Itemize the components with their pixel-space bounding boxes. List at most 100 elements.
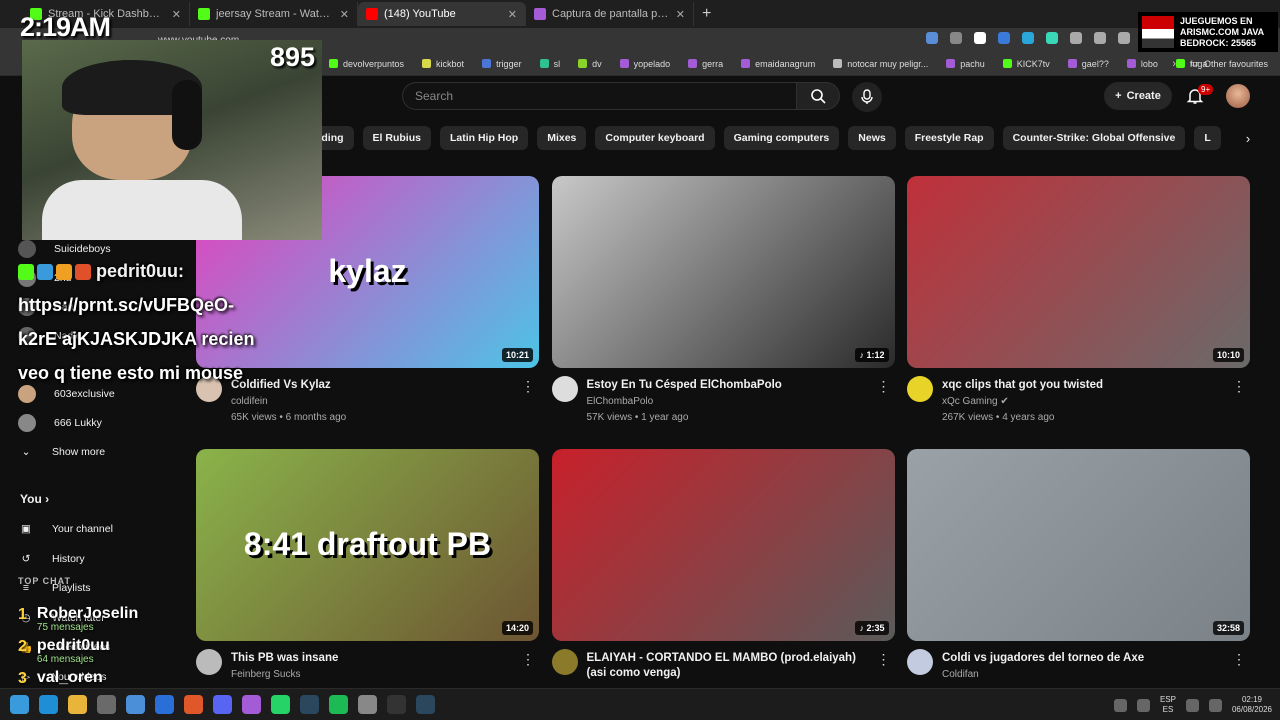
filter-chip[interactable]: Computer keyboard [595,126,715,150]
windows-icon[interactable] [10,695,29,714]
channel-avatar[interactable] [196,649,222,675]
filter-chip[interactable]: Mixes [537,126,587,150]
video-card[interactable]: ♪ 2:35 ELAIYAH - CORTANDO EL MAMBO (prod.… [551,449,895,711]
channel-avatar[interactable] [907,649,933,675]
extension-icon[interactable] [1118,32,1130,44]
video-title[interactable]: Coldi vs jugadores del torneo de Axe [942,651,1227,666]
video-card[interactable]: 8:41 draftout PB 14:20 This PB was insane F… [196,449,539,711]
more-options-icon[interactable]: ⋮ [877,651,891,668]
video-title[interactable]: Estoy En Tu Césped ElChombaPolo [587,378,872,393]
sidebar-item-channel[interactable]: ▣ Your channel [18,521,113,537]
more-options-icon[interactable]: ⋮ [521,378,535,395]
steam-tray-icon[interactable] [1113,698,1127,712]
close-icon[interactable]: ✕ [340,8,349,21]
close-icon[interactable]: ✕ [676,8,685,21]
subscription-item[interactable]: 666 Lukky [18,414,102,432]
video-card[interactable]: 10:10 xqc clips that got you twisted xQc G… [907,176,1250,438]
filter-chip[interactable]: Freestyle Rap [904,126,994,150]
chevron-right-icon[interactable]: › [1172,58,1176,70]
voice-search-button[interactable] [852,82,882,112]
taskbar-clock[interactable]: 02:19 06/08/2026 [1232,695,1272,715]
bookmark-item[interactable]: KICK7tv [994,59,1059,69]
more-options-icon[interactable]: ⋮ [877,378,891,395]
bookmark-item[interactable]: devolverpuntos [320,59,413,69]
chevron-right-icon[interactable]: › [1236,126,1260,150]
browser-tab[interactable]: Captura de pantalla por Lightshot ✕ [526,2,694,26]
filter-chip[interactable]: L [1194,126,1221,150]
more-options-icon[interactable]: ⋮ [521,651,535,668]
bookmark-item[interactable]: kickbot [413,59,473,69]
channel-name[interactable]: Coldifan [942,669,979,680]
extension-icon[interactable] [1022,32,1034,44]
sidebar-item-history[interactable]: ↺ History [18,551,85,567]
filter-chip[interactable]: Counter-Strike: Global Offensive [1002,126,1186,150]
steam-icon[interactable] [300,695,319,714]
browser-tab[interactable]: (148) YouTube ✕ [358,2,526,26]
app-c-icon[interactable] [155,695,174,714]
more-options-icon[interactable]: ⋮ [1232,651,1246,668]
video-thumbnail[interactable]: ♪ 2:35 [551,449,895,641]
edge-icon[interactable] [39,695,58,714]
channel-avatar[interactable] [907,376,933,402]
bookmark-item[interactable]: gael?? [1059,59,1118,69]
video-card[interactable]: 32:58 Coldi vs jugadores del torneo de Ax… [907,449,1250,711]
steam-2-icon[interactable] [416,695,435,714]
language-indicator[interactable]: ESP ES [1160,695,1176,715]
volume-icon[interactable] [1208,698,1222,712]
extension-icon[interactable] [926,32,938,44]
extension-icon[interactable] [1094,32,1106,44]
account-avatar[interactable] [1226,84,1250,108]
close-icon[interactable]: ✕ [172,8,181,21]
wifi-icon[interactable] [1185,698,1199,712]
extension-icon[interactable] [950,32,962,44]
bookmark-item[interactable]: gerra [679,59,732,69]
bookmark-item[interactable]: emaidanagrum [732,59,824,69]
channel-name[interactable]: ElChombaPolo [587,396,654,407]
discord-icon[interactable] [213,695,232,714]
spotify-icon[interactable] [329,695,348,714]
files-icon[interactable] [68,695,87,714]
video-thumbnail[interactable]: 32:58 [907,449,1250,641]
bookmark-item[interactable]: lobo [1118,59,1167,69]
settings-icon[interactable] [97,695,116,714]
create-button[interactable]: + Create [1104,82,1172,110]
video-title[interactable]: ELAIYAH - CORTANDO EL MAMBO (prod.elaiya… [587,651,872,681]
network-icon[interactable] [1136,698,1150,712]
channel-name[interactable]: coldifein [231,396,268,407]
channel-name[interactable]: Feinberg Sucks [231,669,300,680]
whatsapp-icon[interactable] [271,695,290,714]
filter-chip[interactable]: El Rubius [362,126,431,150]
browser-icon[interactable] [184,695,203,714]
more-options-icon[interactable]: ⋮ [1232,378,1246,395]
browser-tab[interactable]: jeersay Stream - Watch Live on Kick ✕ [190,2,358,26]
feather-icon[interactable] [242,695,261,714]
bookmark-item[interactable]: yopelado [611,59,680,69]
show-more-button[interactable]: ⌄ Show more [18,444,106,460]
filter-chip[interactable]: News [848,126,896,150]
app-grid-icon[interactable] [358,695,377,714]
video-title[interactable]: xqc clips that got you twisted [942,378,1227,393]
you-section-header[interactable]: You › [20,492,49,506]
bookmark-item[interactable]: sl [531,59,570,69]
channel-name[interactable]: xQc Gaming ✔ [942,396,1009,407]
bookmark-item[interactable]: dv [569,59,611,69]
video-thumbnail[interactable]: 8:41 draftout PB 14:20 [196,449,539,641]
video-thumbnail[interactable]: ♪ 1:12 [551,176,895,368]
close-icon[interactable]: ✕ [508,8,517,21]
channel-avatar[interactable] [551,649,578,675]
channel-avatar[interactable] [551,376,578,402]
filter-chip[interactable]: Latin Hip Hop [439,126,529,150]
search-input[interactable]: Search [402,82,796,110]
video-thumbnail[interactable]: 10:10 [907,176,1250,368]
extension-icon[interactable] [998,32,1010,44]
extension-icon[interactable] [1070,32,1082,44]
monitor-icon[interactable] [126,695,145,714]
bookmark-item[interactable]: pachu [937,59,994,69]
new-tab-button[interactable]: + [694,5,719,23]
filter-chip[interactable]: Gaming computers [723,126,840,150]
other-favourites[interactable]: ▭ Other favourites [1190,58,1268,69]
video-title[interactable]: This PB was insane [231,651,516,666]
bookmark-item[interactable]: trigger [473,59,531,69]
extension-icon[interactable] [1046,32,1058,44]
video-card[interactable]: ♪ 1:12 Estoy En Tu Césped ElChombaPolo ElC… [551,176,895,438]
